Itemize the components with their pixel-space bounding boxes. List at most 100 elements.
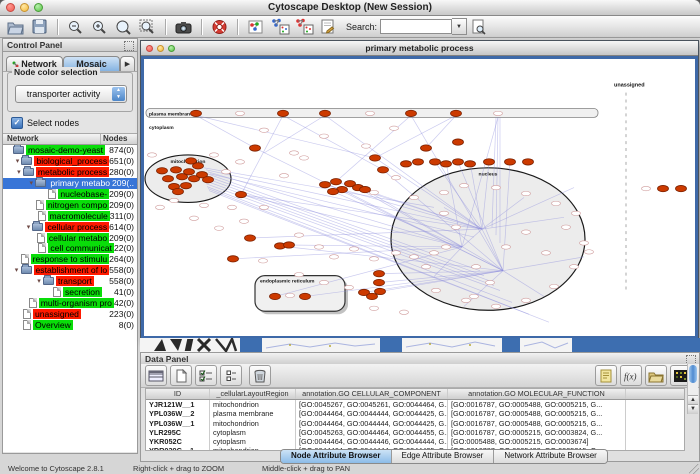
network-node[interactable] [430,159,441,165]
network-node[interactable] [191,110,202,116]
tree-row[interactable]: cellular metabo209(0) [3,232,137,243]
network-node-small[interactable] [442,245,451,249]
network-node-small[interactable] [522,230,531,234]
network-node[interactable] [465,161,476,167]
network-node-small[interactable] [410,195,419,199]
network-node-small[interactable] [470,294,479,298]
network-node-small[interactable] [585,250,594,254]
annotation-button[interactable] [317,17,339,36]
network-window-titlebar[interactable]: primary metabolic process [141,41,698,56]
create-network-view-button[interactable] [269,17,291,36]
network-node[interactable] [374,271,385,277]
select-nodes-checkbox[interactable]: ✓ [11,117,23,129]
tree-expand-arrow-icon[interactable]: ▾ [15,168,23,176]
save-session-button[interactable] [29,17,51,36]
network-node-small[interactable] [542,251,551,255]
open-session-button[interactable] [5,17,27,36]
network-node[interactable] [328,188,339,194]
search-dropdown-arrow-icon[interactable]: ▼ [452,18,467,35]
function-builder-button[interactable]: f(x) [620,365,642,386]
zoom-window-icon[interactable] [34,3,43,12]
notes-button[interactable] [595,365,617,386]
network-node-small[interactable] [300,156,309,160]
minimize-window-icon[interactable] [20,3,29,12]
tree-column-nodes[interactable]: Nodes [101,134,137,144]
network-node-small[interactable] [366,111,375,115]
network-node-small[interactable] [410,255,419,259]
float-panel-icon[interactable] [124,41,134,51]
tree-row[interactable]: ▾metabolic process280(0) [3,167,137,178]
network-node-small[interactable] [295,272,304,276]
network-node[interactable] [245,235,256,241]
network-node[interactable] [270,293,281,299]
zoom-fit-button[interactable] [113,17,135,36]
delete-attribute-button[interactable] [249,365,271,386]
create-attribute-button[interactable] [170,365,192,386]
tree-row[interactable]: ▾primary metabo209(.. [3,178,137,189]
network-node-small[interactable] [572,211,581,215]
network-node-small[interactable] [295,233,304,237]
network-view-window[interactable]: primary metabolic process plasma membran… [140,40,699,340]
scrollbar-thumb[interactable] [689,365,697,383]
tree-expand-arrow-icon[interactable]: ▾ [13,266,21,274]
table-row[interactable]: YPL036W__1mitochondrion[GO:0044464, GO:0… [146,419,684,428]
network-node-small[interactable] [260,205,269,209]
tree-expand-arrow-icon[interactable]: ▾ [35,277,43,285]
network-node-small[interactable] [432,288,441,292]
network-node[interactable] [451,110,462,116]
network-node-small[interactable] [330,255,339,259]
network-node[interactable] [171,167,182,173]
table-scrollbar[interactable]: ▲ ▼ [687,364,698,414]
tree-row[interactable]: unassigned223(0) [3,308,137,319]
network-node[interactable] [401,161,412,167]
network-node-small[interactable] [222,170,231,174]
network-node-small[interactable] [362,144,371,148]
network-node[interactable] [163,176,174,182]
tree-row[interactable]: secretion41(0) [3,287,137,298]
network-node[interactable] [360,186,371,192]
zoom-in-button[interactable] [89,17,111,36]
column-header[interactable]: annotation.GO MOLECULAR_FUNCTION [448,389,626,399]
network-node-small[interactable] [259,259,268,263]
network-node-small[interactable] [290,151,299,155]
zoom-out-button[interactable] [65,17,87,36]
title-bar[interactable]: Cytoscape Desktop (New Session) [0,0,700,16]
network-node-small[interactable] [522,298,531,302]
network-node-small[interactable] [370,257,379,261]
network-node-small[interactable] [390,126,399,130]
destroy-network-view-button[interactable] [293,17,315,36]
network-node[interactable] [453,159,464,165]
table-row[interactable]: YKR052Ccytoplasm[GO:0044464, GO:0044446,… [146,437,684,446]
network-node[interactable] [331,179,342,185]
tree-row[interactable]: ▾establishment of lo558(0) [3,265,137,276]
network-node[interactable] [173,188,184,194]
open-attribute-file-button[interactable] [645,365,667,386]
network-node-small[interactable] [494,111,503,115]
network-node-small[interactable] [550,284,559,288]
network-node-small[interactable] [392,251,401,255]
network-node-small[interactable] [370,306,379,310]
network-node-small[interactable] [260,128,269,132]
network-node[interactable] [484,159,495,165]
network-node[interactable] [413,159,424,165]
network-node-small[interactable] [156,205,165,209]
network-node-small[interactable] [320,280,329,284]
network-node[interactable] [375,288,386,294]
network-node-small[interactable] [280,174,289,178]
vizmapper-button[interactable] [245,17,267,36]
table-row[interactable]: YJR121W__1mitochondrion[GO:0045267, GO:0… [146,400,684,409]
attribute-table[interactable]: ID_cellularLayoutRegionannotation.GO CEL… [145,388,685,451]
network-node-small[interactable] [236,160,245,164]
network-node-small[interactable] [215,226,224,230]
snapshot-button[interactable] [173,17,195,36]
tree-row[interactable]: nitrogen compo209(0) [3,199,137,210]
tree-row[interactable]: ▾cellular process614(0) [3,221,137,232]
network-node-small[interactable] [286,293,295,297]
network-node-small[interactable] [472,265,481,269]
network-node[interactable] [406,110,417,116]
network-node[interactable] [320,110,331,116]
tree-row[interactable]: ▾biological_process651(0) [3,156,137,167]
tree-expand-arrow-icon[interactable]: ▾ [24,223,32,231]
network-node-small[interactable] [502,245,511,249]
network-node[interactable] [421,145,432,151]
